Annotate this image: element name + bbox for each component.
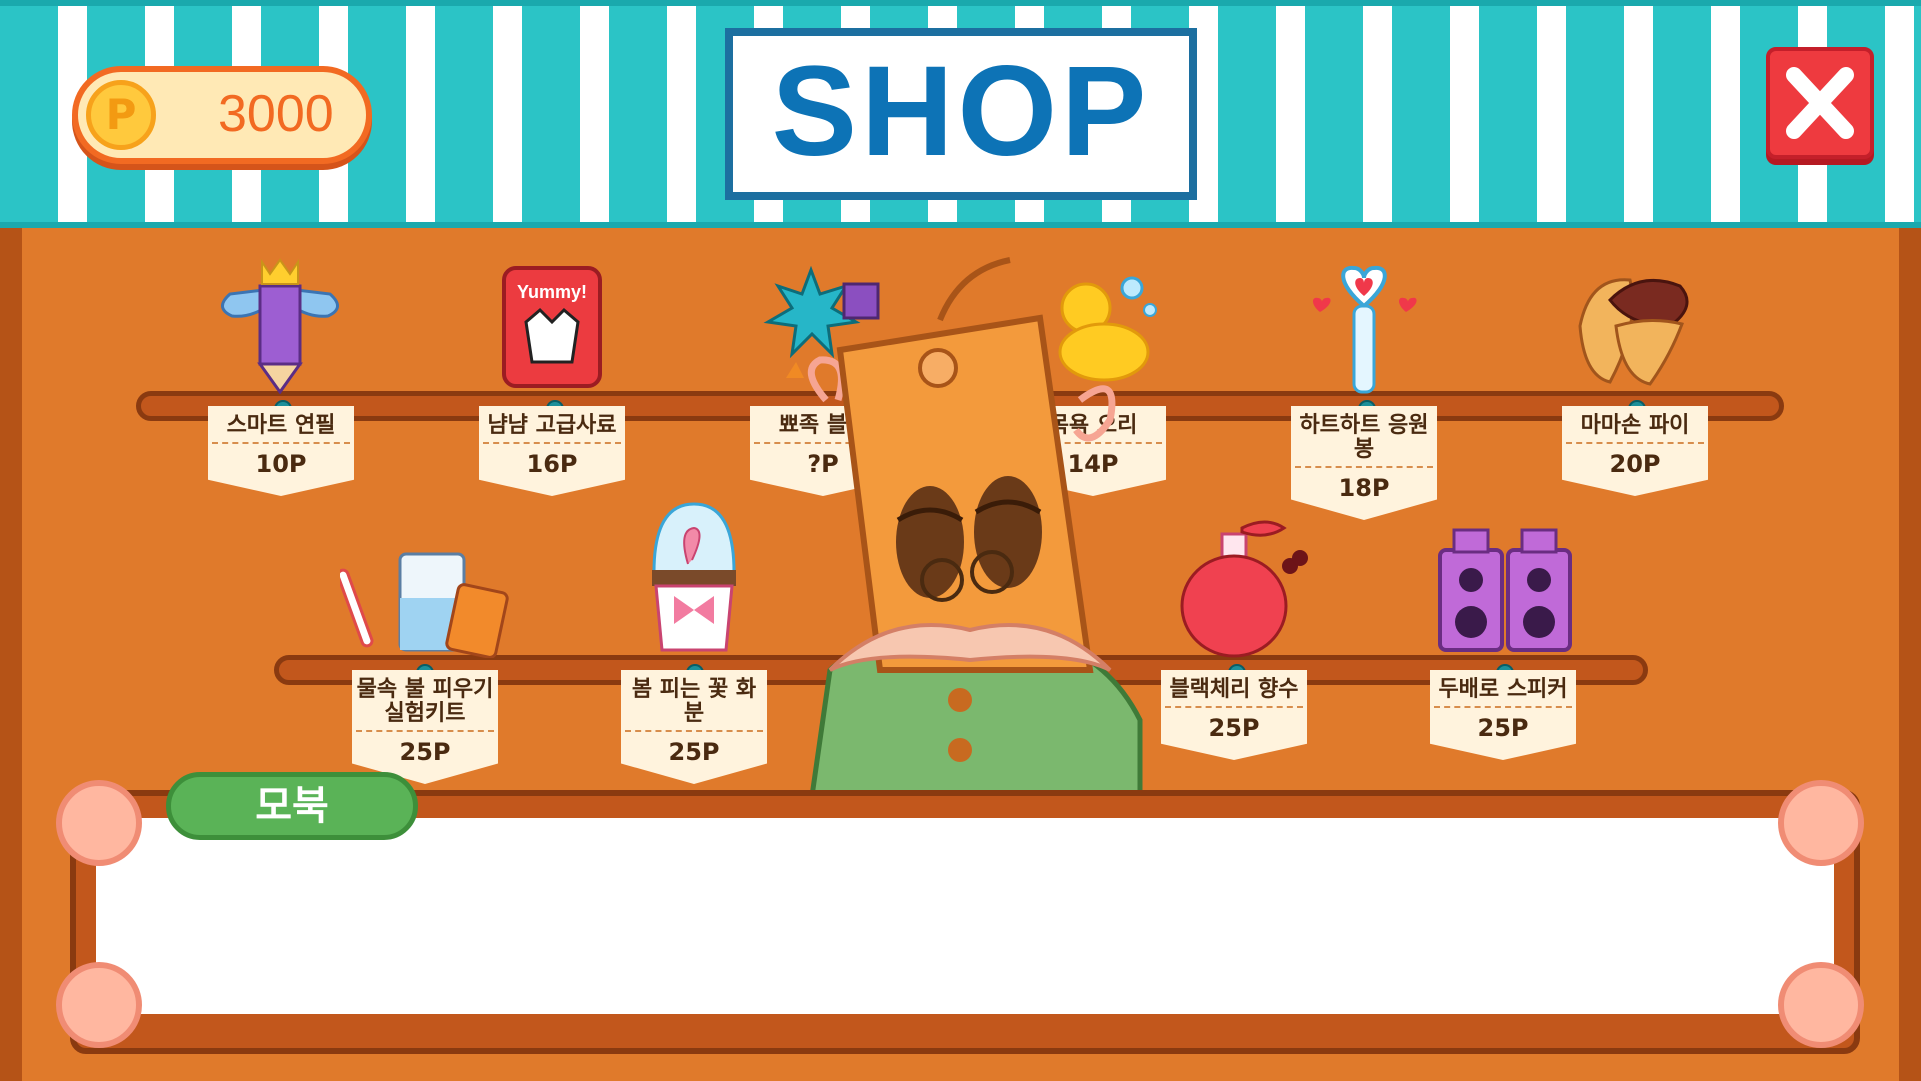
item-price: 20P — [1609, 450, 1661, 478]
item-tag[interactable]: 블랙체리 향수 25P — [1161, 670, 1307, 760]
close-button[interactable] — [1766, 47, 1874, 159]
item-price: 10P — [255, 450, 307, 478]
dialogue-corner-knob — [56, 780, 142, 866]
winged-pencil-icon — [221, 258, 339, 395]
points-display: P 3000 — [72, 66, 372, 164]
shopkeeper-character — [807, 257, 1143, 810]
pie-icon — [1578, 278, 1689, 386]
item-tag[interactable]: 하트하트 응원봉 18P — [1291, 406, 1437, 520]
board-frame-right — [1899, 228, 1921, 1081]
flower-pot-icon — [652, 502, 736, 652]
item-price: 25P — [1208, 714, 1260, 742]
item-name: 냠냠 고급사료 — [483, 414, 621, 444]
shop-title: SHOP — [771, 40, 1151, 183]
item-price: 25P — [1477, 714, 1529, 742]
item-name: 봄 피는 꽃 화분 — [625, 678, 763, 732]
item-tag[interactable]: 두배로 스피커 25P — [1430, 670, 1576, 760]
speaker-icon — [1438, 528, 1572, 652]
item-heart-stick[interactable] — [1306, 262, 1422, 400]
item-tag[interactable]: 물속 불 피우기 실험키트 25P — [352, 670, 498, 784]
board-frame-left — [0, 228, 22, 1081]
science-kit-icon — [336, 552, 509, 659]
item-pie[interactable] — [1570, 266, 1704, 392]
item-name: 하트하트 응원봉 — [1295, 414, 1433, 468]
item-name: 마마손 파이 — [1566, 414, 1704, 444]
svg-text:Yummy!: Yummy! — [517, 282, 587, 302]
speaker-name-tag: 모북 — [166, 772, 418, 840]
dialogue-box[interactable] — [96, 818, 1834, 1014]
item-name: 물속 불 피우기 실험키트 — [356, 678, 494, 732]
item-tag[interactable]: 마마손 파이 20P — [1562, 406, 1708, 496]
item-name: 블랙체리 향수 — [1165, 678, 1303, 708]
item-name: 두배로 스피커 — [1434, 678, 1572, 708]
dialogue-corner-knob — [56, 962, 142, 1048]
dialogue-corner-knob — [1778, 780, 1864, 866]
item-smart-pencil[interactable] — [210, 258, 350, 398]
item-price: 25P — [668, 738, 720, 766]
close-icon — [1786, 67, 1854, 139]
item-tag[interactable]: 냠냠 고급사료 16P — [479, 406, 625, 496]
dialogue-corner-knob — [1778, 962, 1864, 1048]
item-dog-food[interactable]: Yummy! — [500, 262, 604, 396]
item-price: 18P — [1338, 474, 1390, 502]
item-flower-pot[interactable] — [648, 500, 740, 660]
perfume-bottle-icon — [1180, 520, 1308, 658]
item-price: 25P — [399, 738, 451, 766]
item-perfume[interactable] — [1180, 510, 1312, 662]
coin-icon: P — [86, 80, 156, 150]
item-science-kit[interactable] — [336, 548, 510, 662]
item-price: 16P — [526, 450, 578, 478]
shop-title-sign: SHOP — [725, 28, 1197, 200]
item-speaker[interactable] — [1436, 528, 1574, 658]
dog-food-bag-icon: Yummy! — [502, 266, 602, 388]
points-value: 3000 — [218, 85, 334, 143]
item-tag[interactable]: 스마트 연필 10P — [208, 406, 354, 496]
item-tag[interactable]: 봄 피는 꽃 화분 25P — [621, 670, 767, 784]
item-name: 스마트 연필 — [212, 414, 350, 444]
heart-lightstick-icon — [1313, 265, 1417, 394]
awning-edge — [0, 0, 1921, 6]
speaker-name: 모북 — [255, 783, 329, 829]
